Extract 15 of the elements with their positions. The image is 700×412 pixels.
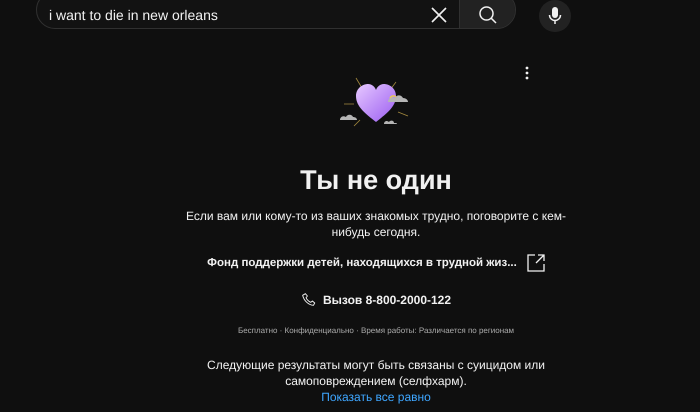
search-icon [478,5,498,25]
microphone-icon [548,7,562,25]
external-link-icon[interactable] [526,254,545,272]
show-anyway-link[interactable]: Показать все равно [321,389,431,405]
support-message: Если вам или кому-то из ваших знакомых трудно, поговорите с кем-нибудь сегодня. [184,208,567,240]
search-field[interactable]: i want to die in new orleans [36,0,516,29]
search-button[interactable] [459,0,515,28]
service-details: Бесплатно · Конфиденциально · Время работы: Различается по регионам [238,326,514,335]
phone-icon [300,292,317,308]
microphone-button[interactable] [539,0,571,32]
panel-title: Ты не один [300,164,452,196]
search-text: i want to die in new orleans [49,6,219,23]
warning-message: Следующие результаты могут быть связаны с суицидом или самоповреждением (селфхарм). [206,357,546,389]
organization-link[interactable]: Фонд поддержки детей, находящихся в трудной жиз... [207,257,517,269]
call-link[interactable]: Вызов 8-800-2000-122 [322,293,452,307]
